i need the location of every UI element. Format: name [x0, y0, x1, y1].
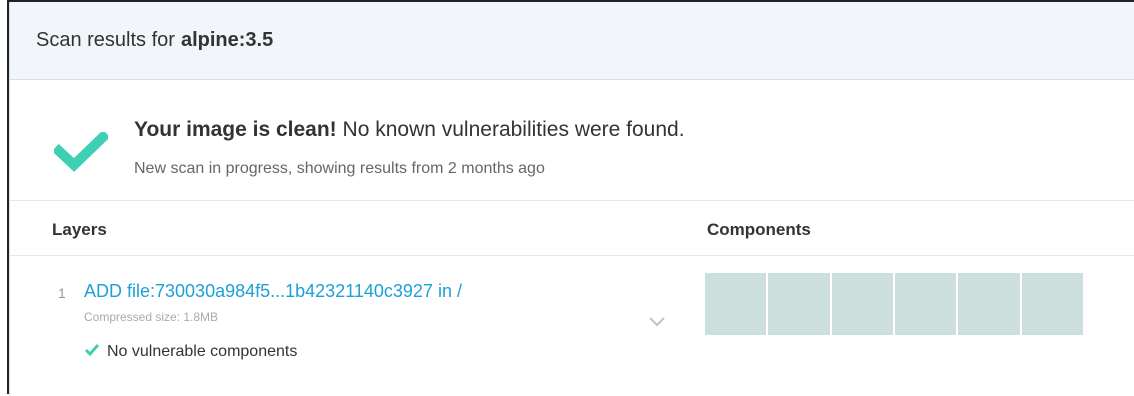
- component-segment: [768, 273, 830, 335]
- table-header: Layers Components: [9, 201, 1134, 256]
- scan-results-panel: Scan results for alpine:3.5 Your image i…: [7, 0, 1134, 396]
- checkmark-icon: [51, 129, 111, 177]
- header-prefix: Scan results for: [36, 29, 175, 51]
- status-title-rest: No known vulnerabilities were found.: [342, 118, 685, 141]
- status-title-bold: Your image is clean!: [134, 118, 337, 141]
- component-segment: [1021, 273, 1083, 335]
- component-segment: [894, 273, 957, 335]
- layer-compressed-size: Compressed size: 1.8MB: [84, 310, 219, 324]
- layer-index: 1: [58, 285, 66, 301]
- components-bar: [705, 273, 1083, 335]
- layer-vuln-status: No vulnerable components: [84, 343, 297, 361]
- component-segment: [831, 273, 893, 335]
- vuln-status-label: No vulnerable components: [107, 343, 298, 360]
- component-segment: [705, 273, 767, 335]
- status-title: Your image is clean! No known vulnerabil…: [134, 118, 685, 142]
- layer-command-link[interactable]: ADD file:730030a984f5...1b42321140c3927 …: [84, 281, 462, 302]
- layer-row: 1 ADD file:730030a984f5...1b42321140c392…: [9, 256, 1134, 396]
- small-check-icon: [84, 343, 100, 361]
- component-segment: [958, 273, 1020, 335]
- status-subtitle: New scan in progress, showing results fr…: [134, 160, 545, 177]
- clean-status-section: Your image is clean! No known vulnerabil…: [9, 80, 1134, 201]
- panel-header: Scan results for alpine:3.5: [9, 2, 1134, 80]
- column-header-components: Components: [707, 220, 811, 239]
- chevron-down-icon[interactable]: [648, 314, 666, 332]
- image-name: alpine:3.5: [180, 29, 274, 51]
- column-header-layers: Layers: [52, 220, 107, 239]
